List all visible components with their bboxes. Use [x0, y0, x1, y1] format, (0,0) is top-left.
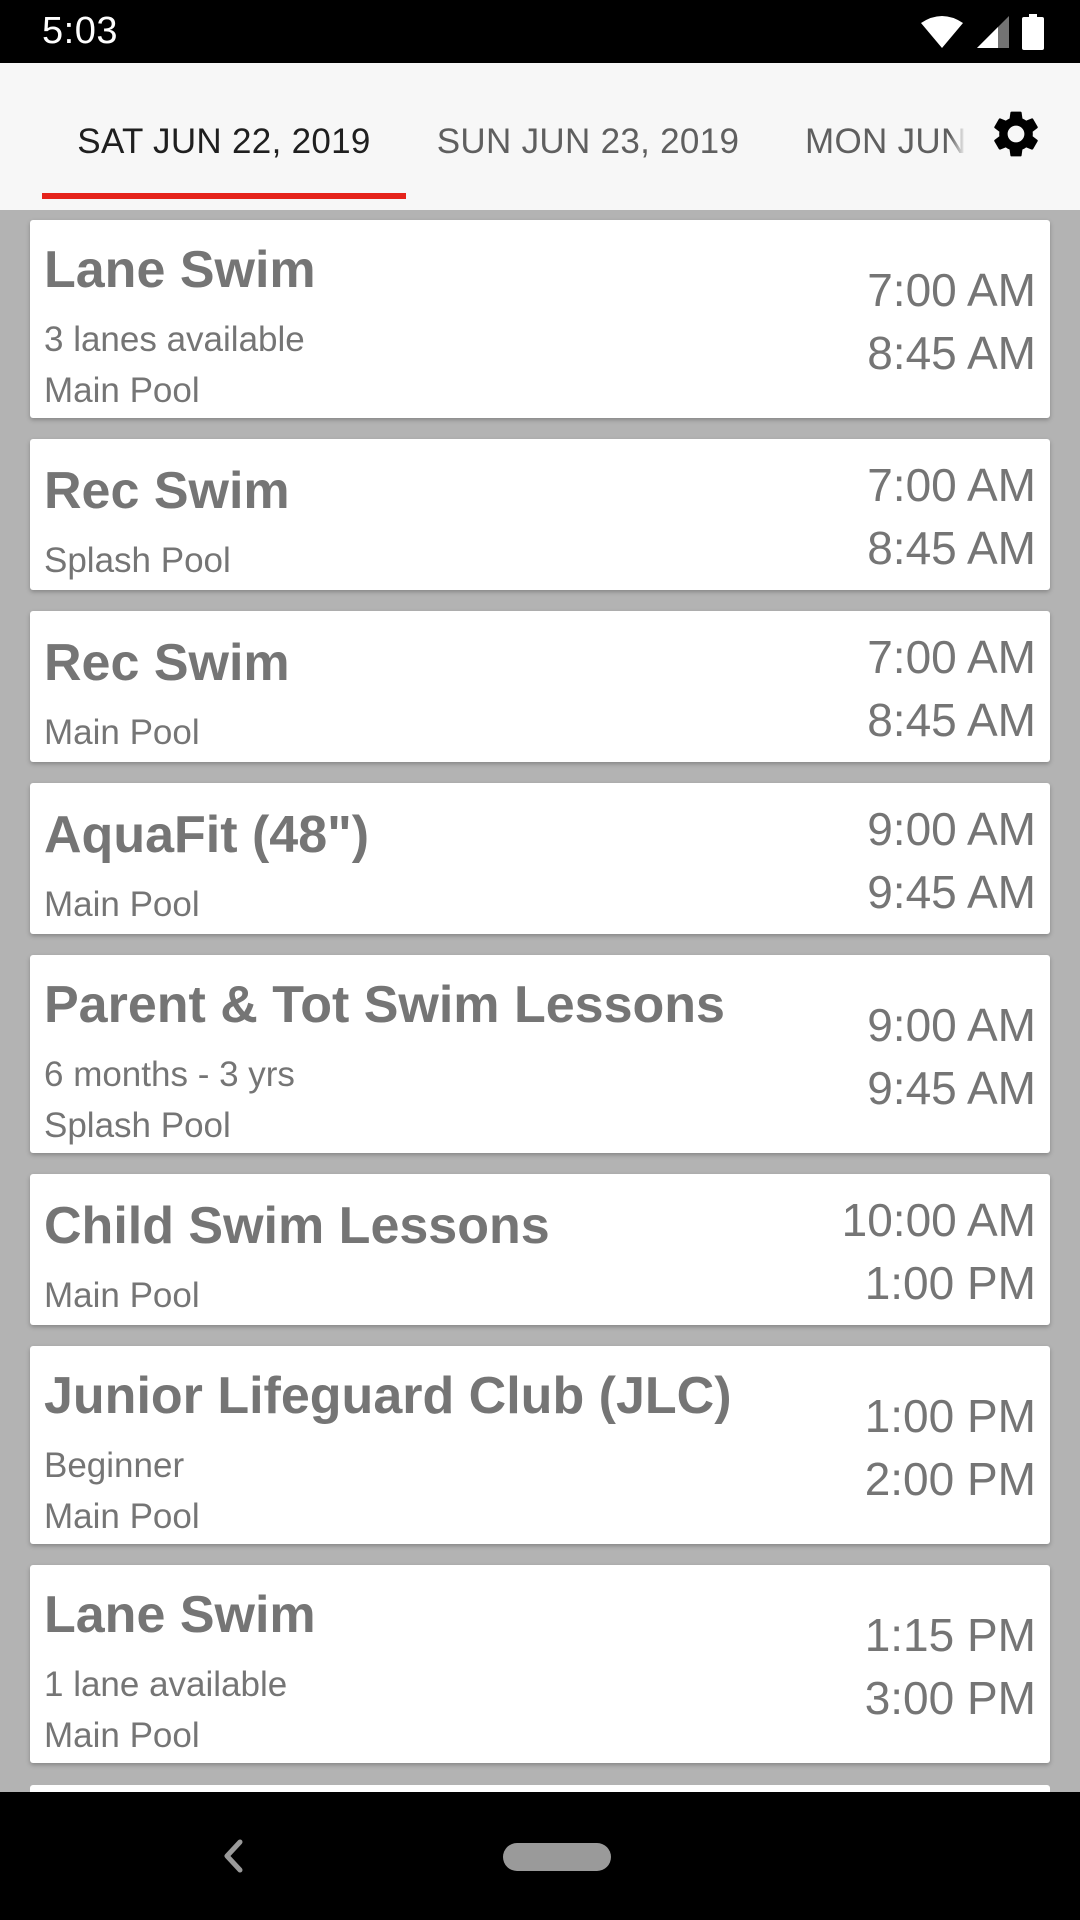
session-title: Junior Lifeguard Club (JLC): [44, 1367, 732, 1425]
session-title: Lane Swim: [44, 241, 316, 299]
session-card[interactable]: Rec Swim Main Pool 7:00 AM 8:45 AM: [30, 611, 1050, 762]
session-end-time: 2:00 PM: [864, 1453, 1036, 1505]
session-end-time: 9:45 AM: [867, 866, 1036, 918]
session-start-time: 7:00 AM: [867, 459, 1036, 511]
session-card-partial[interactable]: [30, 1785, 1050, 1792]
session-detail: 1 lane available: [44, 1665, 288, 1704]
session-start-time: 9:00 AM: [867, 803, 1036, 855]
session-card[interactable]: Junior Lifeguard Club (JLC) Beginner Mai…: [30, 1346, 1050, 1544]
battery-icon: [1022, 14, 1044, 50]
session-location: Main Pool: [44, 371, 200, 410]
session-detail: 3 lanes available: [44, 320, 305, 359]
session-title: AquaFit (48"): [44, 806, 370, 864]
status-icons: [920, 12, 1044, 52]
session-title: Rec Swim: [44, 634, 290, 692]
back-icon[interactable]: [218, 1832, 248, 1885]
session-start-time: 1:15 PM: [864, 1609, 1036, 1661]
session-card[interactable]: Child Swim Lessons Main Pool 10:00 AM 1:…: [30, 1174, 1050, 1325]
session-card[interactable]: Parent & Tot Swim Lessons 6 months - 3 y…: [30, 955, 1050, 1153]
date-tab-bar: SAT JUN 22, 2019 SUN JUN 23, 2019 MON JU…: [0, 63, 1080, 210]
session-end-time: 1:00 PM: [864, 1257, 1036, 1309]
session-start-time: 7:00 AM: [867, 264, 1036, 316]
session-title: Rec Swim: [44, 462, 290, 520]
wifi-icon: [920, 15, 964, 49]
tab-label: MON JUN: [805, 121, 967, 161]
session-location: Main Pool: [44, 1716, 200, 1755]
home-button[interactable]: [503, 1843, 611, 1871]
session-location: Main Pool: [44, 885, 200, 924]
session-card[interactable]: Lane Swim 1 lane available Main Pool 1:1…: [30, 1565, 1050, 1763]
session-list: Lane Swim 3 lanes available Main Pool 7:…: [0, 210, 1080, 1792]
session-card[interactable]: Lane Swim 3 lanes available Main Pool 7:…: [30, 220, 1050, 418]
session-title: Lane Swim: [44, 1586, 316, 1644]
gear-icon: [988, 106, 1044, 167]
session-start-time: 1:00 PM: [864, 1390, 1036, 1442]
cell-signal-icon: [976, 15, 1010, 49]
session-end-time: 8:45 AM: [867, 694, 1036, 746]
session-start-time: 10:00 AM: [841, 1194, 1036, 1246]
tab-label: SUN JUN 23, 2019: [436, 121, 740, 161]
status-time: 5:03: [42, 10, 118, 52]
session-location: Main Pool: [44, 713, 200, 752]
session-location: Splash Pool: [44, 541, 231, 580]
tab-label: SAT JUN 22, 2019: [77, 121, 371, 161]
session-end-time: 8:45 AM: [867, 522, 1036, 574]
tab-sat-jun-22[interactable]: SAT JUN 22, 2019: [42, 63, 406, 210]
session-card[interactable]: Rec Swim Splash Pool 7:00 AM 8:45 AM: [30, 439, 1050, 590]
session-end-time: 8:45 AM: [867, 327, 1036, 379]
session-card[interactable]: AquaFit (48") Main Pool 9:00 AM 9:45 AM: [30, 783, 1050, 934]
status-bar: 5:03: [0, 0, 1080, 63]
session-start-time: 7:00 AM: [867, 631, 1036, 683]
session-location: Splash Pool: [44, 1106, 231, 1145]
settings-button[interactable]: [983, 103, 1049, 169]
session-location: Main Pool: [44, 1497, 200, 1536]
session-start-time: 9:00 AM: [867, 999, 1036, 1051]
session-location: Main Pool: [44, 1276, 200, 1315]
tab-sun-jun-23[interactable]: SUN JUN 23, 2019: [406, 63, 770, 210]
session-end-time: 9:45 AM: [867, 1062, 1036, 1114]
session-detail: 6 months - 3 yrs: [44, 1055, 295, 1094]
session-detail: Beginner: [44, 1446, 185, 1485]
session-title: Parent & Tot Swim Lessons: [44, 976, 725, 1034]
session-end-time: 3:00 PM: [864, 1672, 1036, 1724]
selected-tab-indicator: [42, 193, 406, 199]
session-title: Child Swim Lessons: [44, 1197, 550, 1255]
